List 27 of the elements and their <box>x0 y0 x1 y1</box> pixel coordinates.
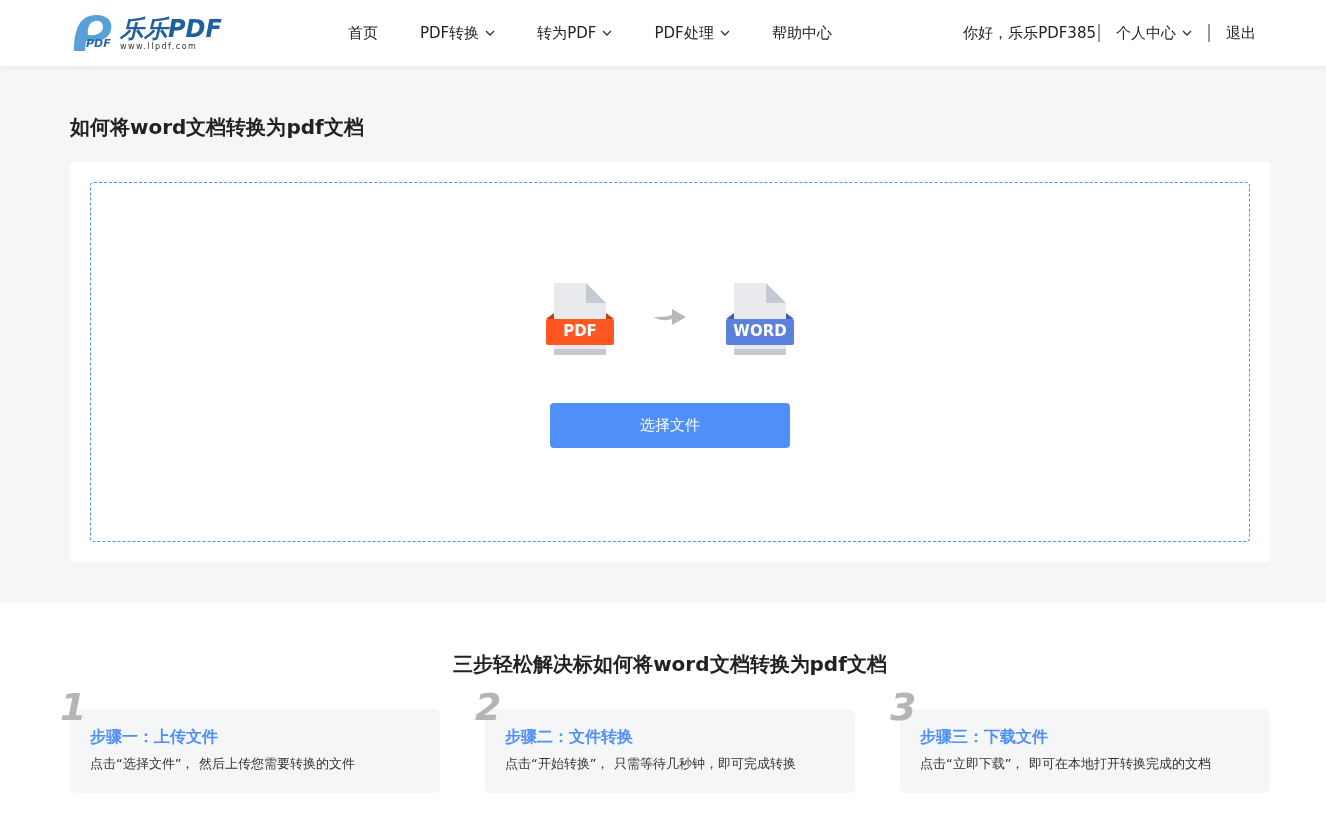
file-type-label: WORD <box>732 321 788 341</box>
page-title: 如何将word文档转换为pdf文档 <box>70 114 365 141</box>
step-description: 点击“选择文件”， 然后上传您需要转换的文件 <box>90 755 356 773</box>
drop-zone[interactable]: PDF WORD 选择文件 <box>90 182 1250 542</box>
nav-link[interactable]: PDF处理 <box>633 23 751 43</box>
logo-url: www.llpdf.com <box>120 41 199 51</box>
logo-mark-text: PDF <box>86 38 111 49</box>
step-description: 点击“开始转换”， 只需等待几秒钟，即可完成转换 <box>505 755 797 773</box>
pdf-file-icon <box>546 283 614 355</box>
word-file-icon <box>726 283 794 355</box>
step-number: 3 <box>890 687 917 727</box>
nav-link[interactable]: 首页 <box>327 23 399 43</box>
step-number: 2 <box>475 687 502 727</box>
step-title: 步骤三：下载文件 <box>920 726 1049 748</box>
logout-link[interactable]: 退出 <box>1212 23 1256 43</box>
nav-link[interactable]: PDF转换 <box>399 23 517 43</box>
greeting-text: 你好，乐乐PDF385 <box>963 23 1096 43</box>
file-type-label: PDF <box>562 321 598 341</box>
steps-heading: 三步轻松解决标如何将word文档转换为pdf文档 <box>452 651 888 678</box>
nav-link[interactable]: 帮助中心 <box>750 23 853 43</box>
logo-name: 乐乐PDF <box>120 15 222 42</box>
step-title: 步骤一：上传文件 <box>90 726 219 748</box>
nav-link[interactable]: 转为PDF <box>516 23 634 43</box>
user-menu[interactable]: 个人中心 <box>1102 23 1206 43</box>
step-number: 1 <box>60 687 87 727</box>
step-title: 步骤二：文件转换 <box>505 726 634 748</box>
step-description: 点击“立即下载”， 即可在本地打开转换完成的文档 <box>920 755 1212 773</box>
